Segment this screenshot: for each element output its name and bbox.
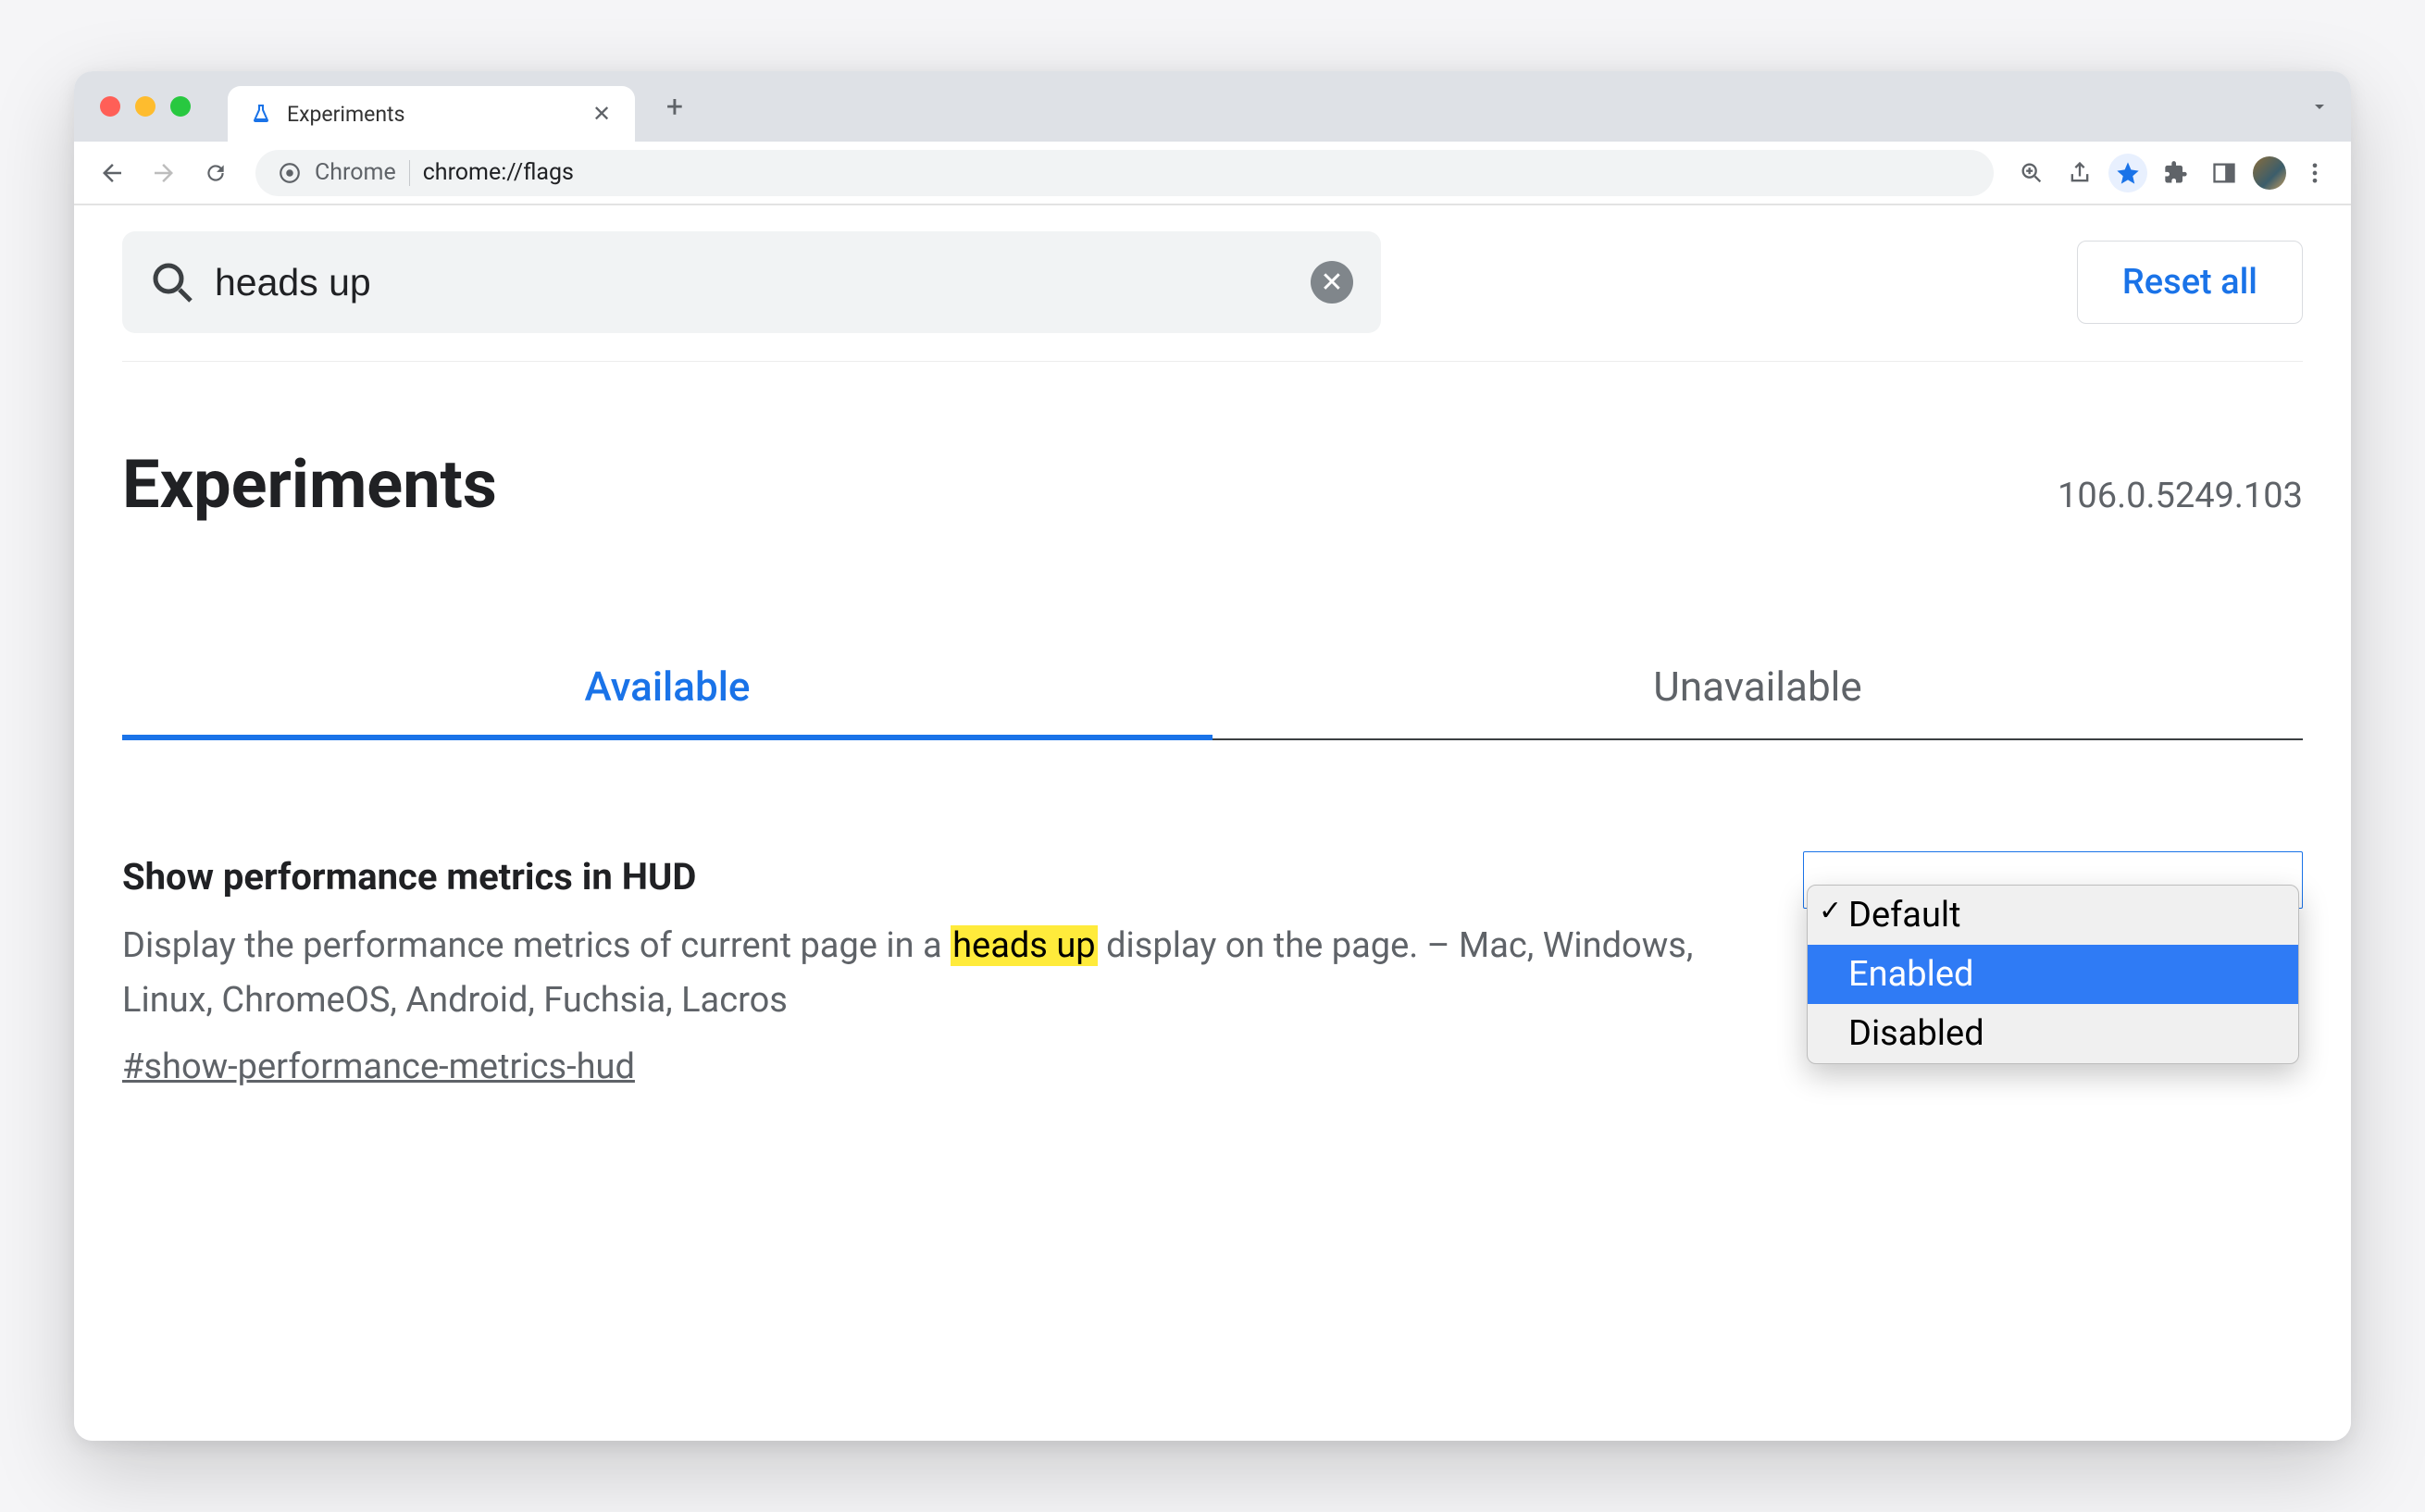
search-icon [150,260,194,304]
search-row: ✕ Reset all [122,231,2303,362]
close-tab-icon[interactable]: ✕ [589,101,615,127]
flag-entry-row: Show performance metrics in HUD Display … [122,851,2303,1087]
browser-toolbar: Chrome chrome://flags [74,142,2351,204]
dropdown-option-disabled[interactable]: Disabled [1808,1004,2298,1063]
url-divider [409,160,410,186]
close-window-button[interactable] [100,96,120,117]
browser-window: Experiments ✕ + Chrome chrome://flags [74,71,2351,1441]
tab-available[interactable]: Available [122,635,1212,738]
tabs-row: Available Unavailable [122,635,2303,740]
tab-strip: Experiments ✕ + [74,71,2351,142]
dropdown-menu: Default Enabled Disabled [1807,885,2299,1064]
flag-anchor-link[interactable]: #show-performance-metrics-hud [122,1047,635,1087]
page-title: Experiments [122,445,497,524]
clear-search-icon[interactable]: ✕ [1311,261,1353,304]
dropdown-option-default[interactable]: Default [1808,886,2298,945]
page-content: ✕ Reset all Experiments 106.0.5249.103 A… [74,204,2351,1441]
bookmark-star-icon[interactable] [2108,154,2147,192]
tab-overflow-button[interactable] [2299,86,2340,127]
share-icon[interactable] [2060,154,2099,192]
maximize-window-button[interactable] [170,96,191,117]
tab-title: Experiments [287,102,576,127]
chrome-icon [278,161,302,185]
side-panel-icon[interactable] [2205,154,2244,192]
flags-search-box[interactable]: ✕ [122,231,1381,333]
new-tab-button[interactable]: + [655,87,694,126]
flask-icon [248,101,274,127]
flag-text-block: Show performance metrics in HUD Display … [122,851,1747,1087]
toolbar-actions [2012,154,2334,192]
minimize-window-button[interactable] [135,96,155,117]
url-path: chrome://flags [423,159,1971,186]
flag-state-select[interactable]: Default Enabled Disabled [1803,851,2303,909]
address-bar[interactable]: Chrome chrome://flags [255,150,1994,196]
flag-desc-pre: Display the performance metrics of curre… [122,925,951,966]
menu-icon[interactable] [2295,154,2334,192]
url-scheme: Chrome [315,159,396,186]
header-row: Experiments 106.0.5249.103 [122,445,2303,524]
flag-title: Show performance metrics in HUD [122,855,1747,899]
search-input[interactable] [215,261,1290,304]
flag-desc-highlight: heads up [951,925,1098,966]
dropdown-option-enabled[interactable]: Enabled [1808,945,2298,1004]
extensions-icon[interactable] [2157,154,2195,192]
chrome-version: 106.0.5249.103 [2058,476,2303,516]
flag-description: Display the performance metrics of curre… [122,919,1747,1028]
profile-avatar[interactable] [2253,156,2286,190]
browser-tab-active[interactable]: Experiments ✕ [228,86,635,142]
window-controls [100,96,191,117]
back-button[interactable] [91,152,133,194]
forward-button[interactable] [143,152,185,194]
zoom-icon[interactable] [2012,154,2051,192]
tab-unavailable[interactable]: Unavailable [1212,635,2303,738]
reload-button[interactable] [194,152,237,194]
reset-all-button[interactable]: Reset all [2077,241,2303,324]
